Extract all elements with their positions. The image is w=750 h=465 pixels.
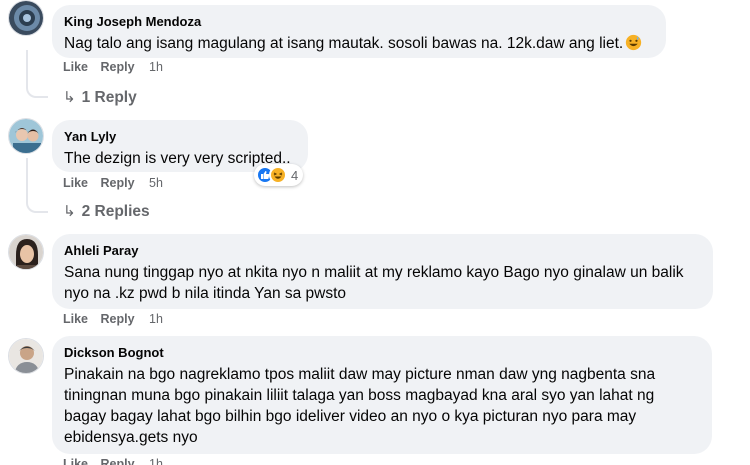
comment-text: Sana nung tinggap nyo at nkita nyo n mal… xyxy=(64,264,684,302)
comment-author[interactable]: Yan Lyly xyxy=(64,128,296,145)
avatar[interactable] xyxy=(8,0,44,36)
comment-text: Nag talo ang isang magulang at isang mau… xyxy=(64,33,654,54)
comment-actions: Like Reply 1h xyxy=(63,312,172,326)
avatar[interactable] xyxy=(8,118,44,154)
view-replies-link[interactable]: ↳ 1 Reply xyxy=(63,88,137,107)
like-button[interactable]: Like xyxy=(63,457,88,465)
like-button[interactable]: Like xyxy=(63,60,88,74)
reply-button[interactable]: Reply xyxy=(101,312,135,326)
reply-button[interactable]: Reply xyxy=(101,457,135,465)
comment-bubble: Ahleli Paray Sana nung tinggap nyo at nk… xyxy=(52,234,713,309)
comment-text: Pinakain na bgo nagreklamo tpos maliit d… xyxy=(64,366,656,446)
comment-timestamp[interactable]: 1h xyxy=(149,457,163,465)
reply-arrow-icon: ↳ xyxy=(63,89,76,106)
comment-timestamp[interactable]: 5h xyxy=(149,176,163,190)
haha-reaction-icon xyxy=(269,166,287,184)
avatar[interactable] xyxy=(8,234,44,270)
reply-arrow-icon: ↳ xyxy=(63,203,76,220)
reaction-count: 4 xyxy=(291,167,299,183)
reply-button[interactable]: Reply xyxy=(101,176,135,190)
comment-actions: Like Reply 1h xyxy=(63,457,172,465)
reply-button[interactable]: Reply xyxy=(101,60,135,74)
comment-bubble: Dickson Bognot Pinakain na bgo nagreklam… xyxy=(52,336,712,454)
avatar[interactable] xyxy=(8,338,44,374)
comment-author[interactable]: King Joseph Mendoza xyxy=(64,13,654,30)
view-replies-link[interactable]: ↳ 2 Replies xyxy=(63,202,150,221)
reaction-summary[interactable]: 4 xyxy=(254,164,304,186)
like-button[interactable]: Like xyxy=(63,312,88,326)
comment-author[interactable]: Ahleli Paray xyxy=(64,242,701,259)
like-button[interactable]: Like xyxy=(63,176,88,190)
comment-timestamp[interactable]: 1h xyxy=(149,312,163,326)
thread-connector xyxy=(26,158,48,213)
comment-bubble: King Joseph Mendoza Nag talo ang isang m… xyxy=(52,5,666,58)
comment-timestamp[interactable]: 1h xyxy=(149,60,163,74)
thread-connector xyxy=(26,50,48,98)
comment-author[interactable]: Dickson Bognot xyxy=(64,344,700,361)
comment-actions: Like Reply 1h xyxy=(63,60,172,74)
comment-actions: Like Reply 5h xyxy=(63,176,172,190)
grinning-sweat-emoji xyxy=(626,34,642,51)
